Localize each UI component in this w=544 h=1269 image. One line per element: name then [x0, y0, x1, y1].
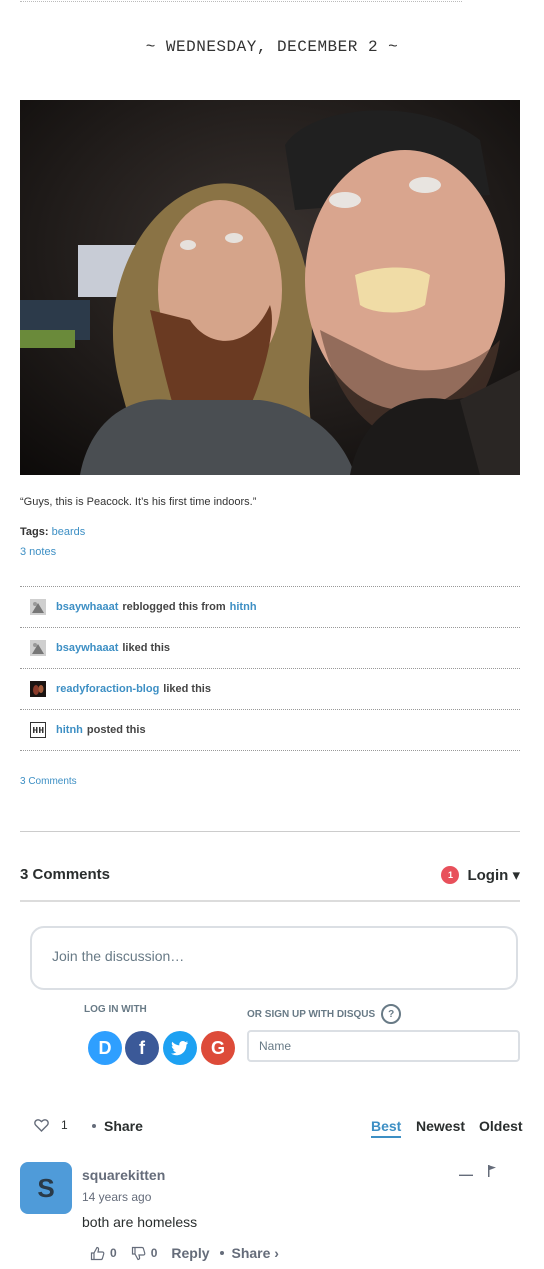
note-action: reblogged this from [122, 601, 226, 613]
disqus-login-icon[interactable]: D [88, 1031, 122, 1065]
comments-link[interactable]: 3 Comments [20, 776, 77, 787]
signup-with-text: OR SIGN UP WITH DISQUS [247, 1008, 376, 1020]
collapse-comment-button[interactable]: — [459, 1166, 473, 1182]
note-action: liked this [163, 683, 211, 695]
comment-timestamp[interactable]: 14 years ago [82, 1190, 151, 1204]
help-icon[interactable]: ? [381, 1004, 402, 1024]
comment-actions: 0 0 Reply Share › [90, 1245, 279, 1261]
post-date: ~ WEDNESDAY, DECEMBER 2 ~ [145, 38, 399, 56]
note-item: bsaywhaaat reblogged this from hitnh [20, 587, 520, 628]
note-action: posted this [86, 724, 146, 736]
google-login-icon[interactable]: G [201, 1031, 235, 1065]
twitter-login-icon[interactable] [163, 1031, 197, 1065]
bullet-dot [219, 1251, 224, 1255]
comment-body: both are homeless [82, 1214, 198, 1230]
readyforaction-avatar-icon[interactable] [30, 681, 46, 697]
login-menu[interactable]: 1 Login ▾ [441, 866, 520, 884]
sort-newest-tab[interactable]: Newest [416, 1118, 465, 1134]
login-with-label: LOG IN WITH [84, 1004, 147, 1015]
disqus-divider [20, 900, 520, 902]
login-label: Login ▾ [467, 867, 520, 884]
upvote-count: 0 [110, 1246, 117, 1260]
note-user-link[interactable]: bsaywhaaat [56, 642, 118, 654]
downvote-count: 0 [150, 1246, 158, 1260]
notification-badge: 1 [441, 866, 460, 884]
note-item: bsaywhaaat liked this [20, 628, 520, 669]
twitter-bird-icon [171, 1041, 188, 1056]
post-photo[interactable] [20, 100, 520, 475]
downvote-icon[interactable] [131, 1246, 146, 1261]
note-item: readyforaction-blog liked this [20, 669, 520, 710]
share-label: Share [104, 1118, 143, 1134]
note-user-link[interactable]: hitnh [56, 724, 83, 736]
notes-list: bsaywhaaat reblogged this from hitnh bsa… [20, 586, 520, 751]
bsaywhaaat-avatar-icon[interactable] [30, 640, 46, 656]
signup-with-disqus-label: OR SIGN UP WITH DISQUS ? [247, 1004, 402, 1024]
share-thread-button[interactable]: Share [92, 1118, 143, 1134]
note-source-link[interactable]: hitnh [230, 601, 257, 613]
recommend-count: 1 [61, 1118, 68, 1132]
disqus-comment-count: 3 Comments [20, 866, 111, 883]
note-item: hitnh posted this [20, 710, 520, 751]
tags-label: Tags: [20, 526, 49, 538]
name-field[interactable] [247, 1030, 520, 1062]
post-tags: Tags: beards [20, 526, 85, 538]
heart-icon [34, 1119, 49, 1132]
divider [20, 831, 520, 832]
note-user-link[interactable]: readyforaction-blog [56, 683, 159, 695]
recommend-button[interactable]: 1 [34, 1118, 68, 1132]
flag-icon[interactable] [486, 1164, 498, 1178]
reply-button[interactable]: Reply [171, 1245, 209, 1261]
post-caption: “Guys, this is Peacock. It’s his first t… [20, 496, 257, 508]
note-user-link[interactable]: bsaywhaaat [56, 601, 118, 613]
sort-best-tab[interactable]: Best [371, 1118, 402, 1138]
bullet-dot [92, 1124, 96, 1128]
upvote-icon[interactable] [90, 1246, 105, 1261]
photo-illustration [20, 100, 520, 475]
sort-oldest-tab[interactable]: Oldest [479, 1118, 523, 1134]
notes-count-link[interactable]: 3 notes [20, 546, 56, 558]
comment-author[interactable]: squarekitten [82, 1167, 165, 1183]
bsaywhaaat-avatar-icon[interactable] [30, 599, 46, 615]
comment-share-button[interactable]: Share › [232, 1245, 279, 1261]
hitnh-avatar-icon[interactable] [30, 722, 46, 738]
join-discussion-textarea[interactable]: Join the discussion… [30, 926, 518, 990]
tag-link[interactable]: beards [52, 526, 86, 538]
facebook-login-icon[interactable]: f [125, 1031, 159, 1065]
top-divider [20, 1, 462, 2]
note-action: liked this [122, 642, 171, 654]
comment-avatar[interactable]: S [20, 1162, 72, 1214]
